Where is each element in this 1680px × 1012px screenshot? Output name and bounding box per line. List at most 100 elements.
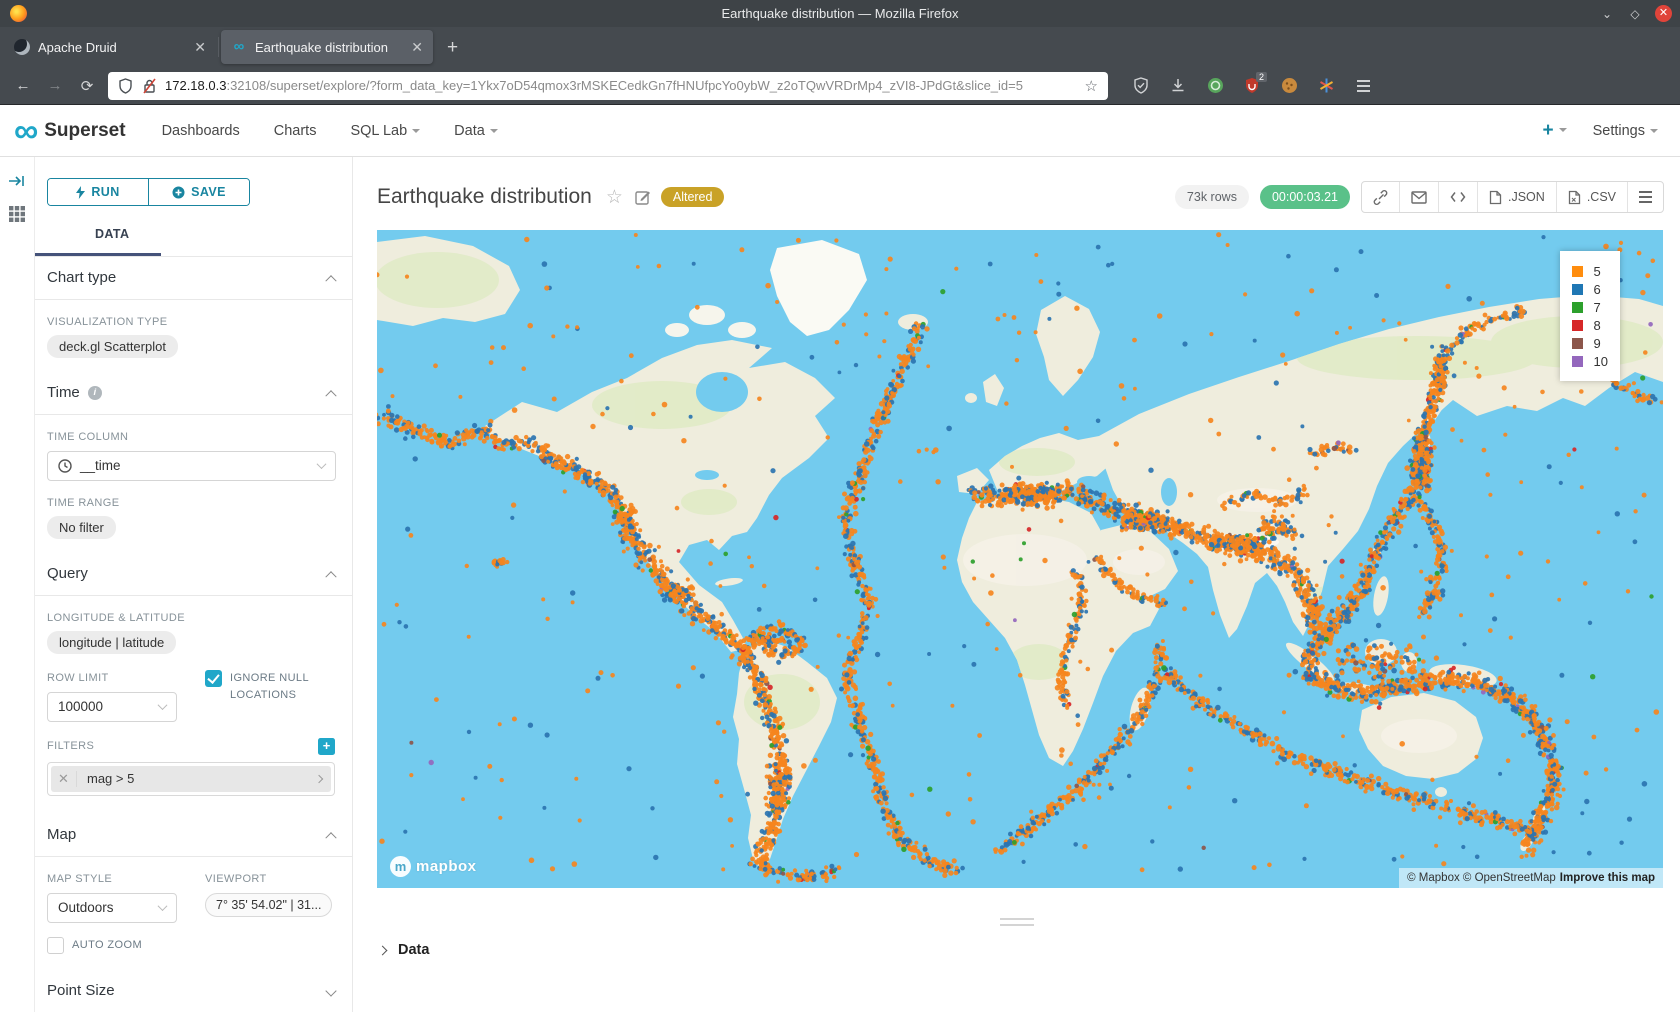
checkbox-empty-icon[interactable] [47,937,64,954]
remove-filter-icon[interactable]: ✕ [51,771,77,787]
attribution-text: © Mapbox © OpenStreetMap [1407,872,1556,884]
brand-name: Superset [44,120,125,142]
legend-item: 9 [1572,335,1608,351]
extension-color-icon[interactable] [1317,77,1335,95]
map-style-select[interactable]: Outdoors [47,893,177,923]
menu-icon[interactable] [1354,77,1372,95]
lonlat-value[interactable]: longitude | latitude [47,631,176,654]
row-limit-value: 100000 [58,699,103,714]
lightning-icon [76,186,85,199]
section-point-size[interactable]: Point Size [47,970,335,1012]
legend-swatch [1572,302,1583,313]
section-chart-type[interactable]: Chart type [47,257,335,299]
superset-logo[interactable]: ∞ Superset [14,116,126,146]
superset-infinity-icon: ∞ [14,116,36,146]
filter-chip[interactable]: ✕ mag > 5 [51,766,331,792]
url-field[interactable]: 172.18.0.3:32108/superset/explore/?form_… [108,72,1108,100]
window-title: Earthquake distribution — Mozilla Firefo… [0,6,1680,21]
deckgl-map[interactable]: 5 6 7 8 9 10 m mapbox © Mapbox © OpenStr… [377,230,1663,888]
export-csv-button[interactable]: .CSV [1556,182,1627,212]
nav-charts[interactable]: Charts [274,123,317,139]
tab-earthquake-distribution[interactable]: ∞ Earthquake distribution ✕ [221,30,433,64]
save-button[interactable]: SAVE [148,179,249,205]
back-icon[interactable]: ← [14,77,32,94]
favorite-star-icon[interactable]: ☆ [606,186,623,209]
section-map[interactable]: Map [47,814,335,856]
legend-swatch [1572,266,1583,277]
nav-sql-lab[interactable]: SQL Lab [350,123,420,139]
email-button[interactable] [1399,182,1438,212]
plus-circle-icon [172,186,185,199]
expand-filter-icon[interactable] [307,776,331,782]
time-column-select[interactable]: __time [47,451,336,481]
minimize-icon[interactable]: ⌄ [1599,7,1615,21]
tab-bar: Apache Druid ✕ ∞ Earthquake distribution… [0,27,1680,67]
ignore-null-checkbox-row[interactable]: IGNORE NULLLOCATIONS [205,670,309,704]
download-icon[interactable] [1169,77,1187,95]
viewport-value[interactable]: 7° 35' 54.02" | 31... [205,893,332,917]
ublock-icon[interactable]: 2 [1243,77,1261,95]
embed-code-button[interactable] [1438,182,1477,212]
viz-type-value[interactable]: deck.gl Scatterplot [47,335,178,358]
chevron-up-icon [325,832,336,843]
time-range-value[interactable]: No filter [47,516,116,539]
panel-drag-handle[interactable] [1000,918,1034,926]
file-icon [1489,190,1502,205]
shield-icon[interactable] [118,78,133,94]
chart-menu-button[interactable] [1627,182,1663,212]
maximize-icon[interactable]: ◇ [1627,7,1643,21]
new-tab-button[interactable]: + [447,37,458,59]
collapse-panel-icon[interactable] [8,173,26,189]
window-titlebar: Earthquake distribution — Mozilla Firefo… [0,0,1680,27]
nav-data[interactable]: Data [454,123,498,139]
filter-expression: mag > 5 [77,771,307,786]
viz-type-label: VISUALIZATION TYPE [47,316,335,328]
run-button[interactable]: RUN [48,179,148,205]
dataset-grid-icon[interactable] [8,205,26,223]
time-column-label: TIME COLUMN [47,431,335,443]
tab-close-icon[interactable]: ✕ [411,39,423,56]
auto-zoom-checkbox-row[interactable]: AUTO ZOOM [47,937,205,954]
legend-item: 6 [1572,281,1608,297]
chevron-right-icon [378,945,388,955]
export-json-button[interactable]: .JSON [1477,182,1556,212]
row-limit-label: ROW LIMIT [47,672,205,684]
extension-green-icon[interactable] [1206,77,1224,95]
nav-dashboards[interactable]: Dashboards [162,123,240,139]
cookie-icon[interactable] [1280,77,1298,95]
improve-map-link[interactable]: Improve this map [1560,872,1655,884]
url-text[interactable]: 172.18.0.3:32108/superset/explore/?form_… [165,78,1079,93]
map-style-label: MAP STYLE [47,873,205,885]
chart-area: Earthquake distribution ☆ Altered 73k ro… [353,157,1680,1012]
tab-close-icon[interactable]: ✕ [194,39,206,56]
mapbox-logo[interactable]: m mapbox [390,856,477,877]
row-count-badge: 73k rows [1175,185,1249,209]
caret-down-icon [490,129,498,133]
lock-slash-icon[interactable] [142,78,157,94]
druid-favicon-icon [14,39,30,55]
checkbox-checked-icon[interactable] [205,670,222,687]
add-new-button[interactable]: + [1542,120,1566,142]
section-time[interactable]: Timei [47,372,335,414]
map-legend: 5 6 7 8 9 10 [1560,251,1620,381]
settings-menu[interactable]: Settings [1593,123,1658,139]
data-results-toggle[interactable]: Data [379,942,1680,958]
legend-item: 7 [1572,299,1608,315]
edit-properties-icon[interactable] [635,189,651,205]
tab-apache-druid[interactable]: Apache Druid ✕ [4,30,216,64]
tracking-shield-icon[interactable] [1132,77,1150,95]
row-limit-select[interactable]: 100000 [47,692,177,722]
forward-icon[interactable]: → [46,77,64,94]
legend-item: 8 [1572,317,1608,333]
ublock-badge: 2 [1256,72,1267,82]
reload-icon[interactable]: ⟳ [78,77,96,95]
share-link-button[interactable] [1362,182,1399,212]
bookmark-star-icon[interactable]: ☆ [1085,77,1098,95]
left-icon-strip [0,157,35,1012]
chevron-up-icon [325,571,336,582]
section-query[interactable]: Query [47,553,335,595]
add-filter-button[interactable]: + [318,738,335,755]
tab-data[interactable]: DATA [47,227,335,256]
close-icon[interactable]: ✕ [1655,5,1672,22]
url-toolbar: ← → ⟳ 172.18.0.3:32108/superset/explore/… [0,67,1680,105]
